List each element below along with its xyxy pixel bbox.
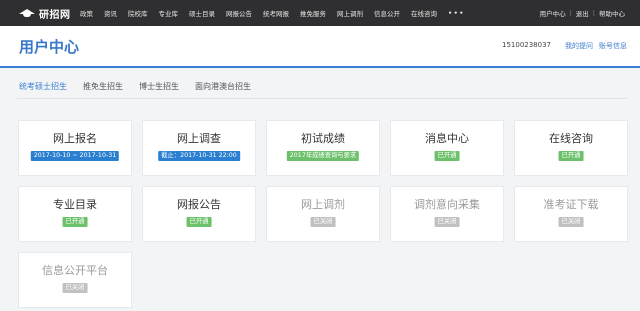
card-title: 在线咨询 bbox=[549, 132, 593, 145]
card-title: 网上调查 bbox=[177, 132, 221, 145]
card-online-survey[interactable]: 网上调查 截止：2017-10-31 22:00 bbox=[142, 120, 256, 176]
site-logo[interactable]: 研招网 bbox=[19, 5, 71, 21]
card-title: 初试成绩 bbox=[301, 132, 345, 145]
status-badge: 已关闭 bbox=[62, 283, 88, 293]
logout-link[interactable]: 退出 bbox=[576, 8, 589, 18]
top-navbar: 研招网 政策 资讯 院校库 专业库 硕士目录 网报公告 统考网报 推免服务 网上… bbox=[0, 0, 640, 26]
status-badge: 2017年成绩查询与要求 bbox=[286, 151, 360, 161]
nav-item-online-registration[interactable]: 统考网报 bbox=[263, 8, 289, 18]
page-title: 用户中心 bbox=[19, 38, 80, 56]
status-badge: 已开通 bbox=[62, 217, 88, 227]
nav-item-announcements[interactable]: 网报公告 bbox=[226, 8, 252, 18]
account-phone: 15100238037 bbox=[502, 41, 551, 49]
page-header: 用户中心 15100238037 我的提问 账号信息 bbox=[0, 26, 640, 68]
card-title: 调剂意向采集 bbox=[414, 198, 480, 211]
status-badge: 2017-10-10 ~ 2017-10-31 bbox=[30, 151, 120, 161]
card-title: 消息中心 bbox=[425, 132, 469, 145]
main-nav: 政策 资讯 院校库 专业库 硕士目录 网报公告 统考网报 推免服务 网上调剂 信… bbox=[80, 0, 476, 26]
tab-divider bbox=[17, 98, 627, 99]
card-online-consult[interactable]: 在线咨询 已开通 bbox=[514, 120, 628, 176]
nav-item-consult[interactable]: 在线咨询 bbox=[411, 8, 437, 18]
card-info-disclosure: 信息公开平台 已关闭 bbox=[18, 252, 132, 308]
help-center-link[interactable]: 帮助中心 bbox=[599, 8, 625, 18]
card-major-catalog[interactable]: 专业目录 已开通 bbox=[18, 186, 132, 242]
card-adjustment-intent: 调剂意向采集 已关闭 bbox=[390, 186, 504, 242]
card-title: 信息公开平台 bbox=[42, 264, 108, 277]
card-title: 准考证下载 bbox=[543, 198, 599, 211]
card-title: 网上报名 bbox=[53, 132, 97, 145]
status-badge: 已开通 bbox=[434, 151, 460, 161]
nav-item-policy[interactable]: 政策 bbox=[80, 8, 93, 18]
tab-hk-macao-taiwan[interactable]: 面向港澳台招生 bbox=[193, 80, 253, 98]
account-info-link[interactable]: 账号信息 bbox=[599, 41, 627, 51]
user-center-link[interactable]: 用户中心 bbox=[540, 8, 566, 18]
nav-item-majors[interactable]: 专业库 bbox=[159, 8, 179, 18]
status-badge: 已关闭 bbox=[558, 217, 584, 227]
tab-bar: 统考硕士招生 推免生招生 博士生招生 面向港澳台招生 bbox=[17, 80, 265, 99]
card-title: 专业目录 bbox=[53, 198, 97, 211]
status-badge: 已关闭 bbox=[434, 217, 460, 227]
header-account-links: 15100238037 我的提问 账号信息 bbox=[502, 41, 627, 51]
nav-item-schools[interactable]: 院校库 bbox=[128, 8, 148, 18]
more-icon[interactable]: ••• bbox=[448, 9, 465, 17]
status-badge: 截止：2017-10-31 22:00 bbox=[158, 151, 240, 161]
nav-item-news[interactable]: 资讯 bbox=[104, 8, 117, 18]
my-questions-link[interactable]: 我的提问 bbox=[565, 41, 593, 51]
graduation-cap-icon bbox=[19, 8, 35, 18]
status-badge: 已开通 bbox=[558, 151, 584, 161]
top-user-links: 用户中心 | 退出 | 帮助中心 bbox=[540, 0, 625, 26]
card-online-adjustment: 网上调剂 已关闭 bbox=[266, 186, 380, 242]
divider: | bbox=[592, 9, 595, 17]
tab-recommended[interactable]: 推免生招生 bbox=[81, 80, 125, 98]
status-badge: 已开通 bbox=[186, 217, 212, 227]
nav-item-recommendation[interactable]: 推免服务 bbox=[300, 8, 326, 18]
nav-item-adjustment[interactable]: 网上调剂 bbox=[337, 8, 363, 18]
card-title: 网上调剂 bbox=[301, 198, 345, 211]
nav-item-master-catalog[interactable]: 硕士目录 bbox=[189, 8, 215, 18]
nav-item-info-disclosure[interactable]: 信息公开 bbox=[374, 8, 400, 18]
status-badge: 已关闭 bbox=[310, 217, 336, 227]
tab-doctoral[interactable]: 博士生招生 bbox=[137, 80, 181, 98]
card-title: 网报公告 bbox=[177, 198, 221, 211]
card-registration-notice[interactable]: 网报公告 已开通 bbox=[142, 186, 256, 242]
tab-unified-master[interactable]: 统考硕士招生 bbox=[17, 80, 69, 99]
card-message-center[interactable]: 消息中心 已开通 bbox=[390, 120, 504, 176]
card-preliminary-score[interactable]: 初试成绩 2017年成绩查询与要求 bbox=[266, 120, 380, 176]
card-admission-ticket: 准考证下载 已关闭 bbox=[514, 186, 628, 242]
divider: | bbox=[569, 9, 572, 17]
card-online-registration[interactable]: 网上报名 2017-10-10 ~ 2017-10-31 bbox=[18, 120, 132, 176]
content-panel: 统考硕士招生 推免生招生 博士生招生 面向港澳台招生 网上报名 2017-10-… bbox=[0, 68, 640, 311]
logo-text: 研招网 bbox=[39, 9, 71, 21]
